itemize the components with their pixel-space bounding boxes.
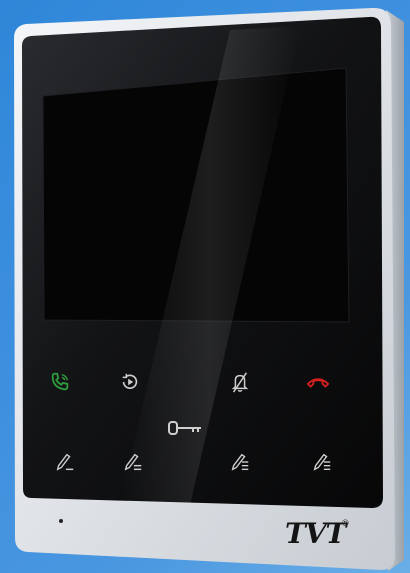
edit-button-1[interactable] [50,447,80,477]
key-icon [168,421,201,435]
pencil-equal-icon [124,453,142,471]
mute-button[interactable] [225,367,255,397]
pencil-list-icon [231,453,249,471]
unlock-button[interactable] [165,413,205,443]
pencil-list-icon [313,453,331,471]
hang-up-button[interactable] [303,367,333,397]
answer-call-button[interactable] [45,367,75,397]
phone-answer-icon [51,372,69,391]
edit-button-4[interactable] [307,447,337,477]
registered-mark: ® [342,518,349,528]
edit-button-2[interactable] [118,447,148,477]
phone-hangup-icon [306,378,330,388]
playback-button[interactable] [115,367,145,397]
button-panel: TVT ® [0,0,410,573]
edit-button-3[interactable] [225,447,255,477]
playback-icon [122,373,138,390]
bell-mute-icon [231,372,249,393]
pencil-line-icon [56,453,74,471]
